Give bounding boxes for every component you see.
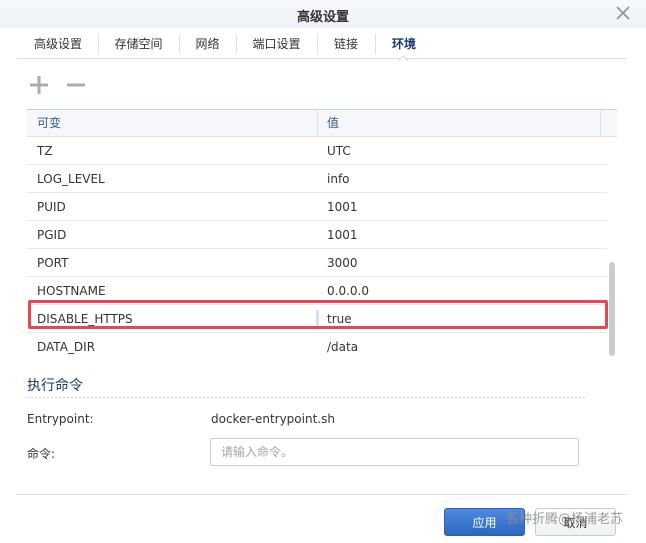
cancel-button[interactable]: 取消 [535, 508, 616, 536]
variable-value: 3000 [327, 256, 358, 270]
variable-name: TZ [37, 144, 53, 158]
window-title: 高级设置 [296, 10, 349, 25]
table-row[interactable]: PORT 3000 [27, 249, 607, 277]
tab-links[interactable]: 链接 [317, 34, 374, 54]
variable-name: LOG_LEVEL [37, 172, 105, 186]
tab-network[interactable]: 网络 [179, 34, 235, 54]
grid-header: 可变 值 [27, 110, 617, 137]
variable-name: PUID [37, 200, 66, 214]
table-row[interactable]: PUID 1001 [27, 193, 607, 221]
close-icon[interactable] [614, 4, 632, 22]
variable-name: PGID [37, 228, 67, 242]
section-divider [27, 397, 587, 398]
table-row[interactable]: LOG_LEVEL info [27, 165, 607, 193]
column-value[interactable]: 值 [317, 110, 339, 137]
table-row[interactable]: PGID 1001 [27, 221, 607, 249]
remove-icon[interactable] [64, 73, 88, 97]
selected-row-highlight [28, 300, 608, 329]
variable-name: PORT [37, 256, 69, 270]
command-input[interactable] [210, 438, 579, 466]
grid-scrollbar-thumb[interactable] [609, 262, 615, 356]
command-label: 命令: [27, 447, 56, 461]
add-icon[interactable] [27, 73, 51, 97]
footer-divider [17, 494, 627, 495]
variable-value: UTC [327, 144, 351, 158]
column-divider [600, 110, 601, 137]
tab-storage[interactable]: 存储空间 [98, 34, 178, 54]
variable-value: 1001 [327, 228, 358, 242]
entrypoint-label: Entrypoint: [27, 412, 94, 426]
section-title-command: 执行命令 [27, 378, 83, 394]
tab-bar: 高级设置 存储空间 网络 端口设置 链接 环境 [17, 29, 627, 59]
tab-port-settings[interactable]: 端口设置 [236, 34, 316, 54]
apply-button[interactable]: 应用 [444, 508, 525, 536]
variable-value: 1001 [327, 200, 358, 214]
variable-value: info [327, 172, 350, 186]
variable-name: DATA_DIR [37, 340, 96, 354]
table-row[interactable]: DATA_DIR /data [27, 333, 607, 358]
tab-environment[interactable]: 环境 [375, 34, 432, 54]
entrypoint-value: docker-entrypoint.sh [211, 412, 335, 426]
variable-value: /data [327, 340, 359, 354]
table-row[interactable]: TZ UTC [27, 137, 607, 165]
tab-advanced[interactable]: 高级设置 [29, 34, 87, 54]
active-tab-indicator [398, 55, 408, 61]
title-bar: 高级设置 [0, 0, 646, 28]
column-variable[interactable]: 可变 [27, 110, 61, 137]
